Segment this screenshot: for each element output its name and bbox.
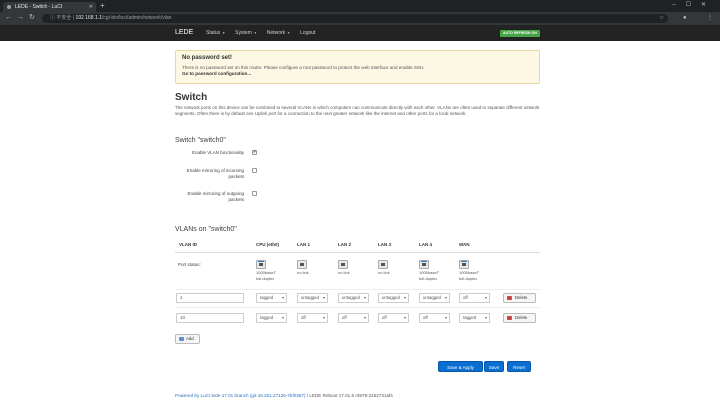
mirror-outgoing-checkbox[interactable]: [252, 191, 257, 196]
vlan-id-input[interactable]: 1: [176, 293, 244, 303]
vlans-section-title: VLANs on "switch0": [175, 226, 237, 233]
vlan10-delete-button[interactable]: Delete: [503, 313, 536, 323]
new-tab-button[interactable]: +: [100, 1, 105, 11]
save-apply-button[interactable]: Save & Apply: [438, 361, 483, 372]
port-status-label: Port status:: [178, 262, 201, 267]
add-vlan-button[interactable]: Add: [175, 334, 200, 344]
mirror-incoming-label: Enable mirroring of incoming packets: [186, 168, 244, 179]
vlan1-cpu-select[interactable]: tagged: [256, 293, 287, 303]
luci-header: LEDE Status ▼ System ▼ Network ▼ Logout AUT…: [0, 25, 720, 41]
port-lan1: no link: [297, 260, 327, 275]
back-icon[interactable]: ←: [5, 13, 12, 23]
main-menu: Status ▼ System ▼ Network ▼ Logout: [206, 25, 315, 41]
browser-menu-icon[interactable]: ⋮: [707, 14, 713, 23]
port-no-link-icon: [338, 260, 348, 269]
col-lan1: LAN 1: [297, 242, 311, 247]
port-link-up-icon: [459, 260, 469, 269]
vlan10-cpu-select[interactable]: tagged: [256, 313, 287, 323]
url-path: /cgi-bin/luci/admin/network/vlan: [101, 15, 172, 21]
row-divider: [175, 289, 540, 290]
luci-link[interactable]: Powered by LuCI lede-17.01 branch (git-1…: [175, 393, 306, 398]
forward-icon[interactable]: →: [17, 13, 24, 23]
chevron-down-icon: ▼: [253, 31, 257, 35]
port-lan2: no link: [338, 260, 368, 275]
chevron-down-icon: ▼: [222, 31, 226, 35]
col-lan2: LAN 2: [338, 242, 352, 247]
brand-logo[interactable]: LEDE: [175, 25, 193, 41]
vlan1-wan-select[interactable]: off: [459, 293, 490, 303]
browser-tab[interactable]: LEDE - Switch - LuCI ✕: [3, 2, 96, 12]
chevron-down-icon: ▼: [287, 31, 291, 35]
delete-icon: [507, 296, 512, 300]
port-cpu: 1000baseT full-duplex: [256, 260, 286, 281]
browser-toolbar: ← → ↻ ⓘ 不安全 | 192.168.1.1/cgi-bin/luci/a…: [0, 12, 720, 25]
url-host: 192.168.1.1: [75, 15, 102, 21]
add-icon: [179, 337, 184, 341]
menu-network[interactable]: Network ▼: [267, 25, 290, 41]
release-info: / LEDE Reboot 17.01.6 r3979-2252731af4: [305, 393, 393, 398]
vlan1-lan1-select[interactable]: untagged: [297, 293, 328, 303]
col-vlan-id: VLAN ID: [179, 242, 197, 247]
no-password-alert: No password set! There is no password se…: [175, 50, 540, 84]
favicon-icon: [7, 5, 11, 9]
vlan1-delete-button[interactable]: Delete: [503, 293, 536, 303]
vlan10-lan2-select[interactable]: off: [338, 313, 369, 323]
menu-status[interactable]: Status ▼: [206, 25, 225, 41]
port-lan4: 1000baseT full-duplex: [419, 260, 449, 281]
vlan1-lan2-select[interactable]: untagged: [338, 293, 369, 303]
col-wan: WAN: [459, 242, 470, 247]
profile-icon[interactable]: ●: [683, 14, 687, 23]
table-header-divider: [175, 252, 540, 253]
vlan-id-input[interactable]: 10: [176, 313, 244, 323]
mirror-incoming-checkbox[interactable]: [252, 168, 257, 173]
reload-icon[interactable]: ↻: [29, 13, 35, 23]
port-link-up-icon: [256, 260, 266, 269]
address-bar[interactable]: ⓘ 不安全 | 192.168.1.1/cgi-bin/luci/admin/n…: [42, 14, 668, 23]
port-no-link-icon: [378, 260, 388, 269]
vlan10-lan3-select[interactable]: off: [378, 313, 409, 323]
password-config-link[interactable]: Go to password configuration...: [182, 71, 533, 77]
page-description: The network ports on this device can be …: [175, 105, 540, 116]
footer: Powered by LuCI lede-17.01 branch (git-1…: [175, 393, 393, 398]
delete-icon: [507, 316, 512, 320]
switch-section-title: Switch "switch0": [175, 137, 226, 144]
port-wan: 1000baseT full-duplex: [459, 260, 489, 281]
reset-button[interactable]: Reset: [507, 361, 531, 372]
menu-system[interactable]: System ▼: [235, 25, 257, 41]
window-controls[interactable]: –☐✕: [672, 1, 716, 8]
row-divider: [175, 307, 540, 308]
col-cpu: CPU (eth0): [256, 242, 280, 247]
vlan1-lan3-select[interactable]: untagged: [378, 293, 409, 303]
vlan-functionality-label: Enable VLAN functionality: [191, 150, 244, 155]
port-link-up-icon: [419, 260, 429, 269]
alert-title: No password set!: [182, 55, 233, 61]
port-lan3: no link: [378, 260, 408, 275]
col-lan3: LAN 3: [378, 242, 392, 247]
menu-logout[interactable]: Logout: [300, 25, 315, 41]
vlan10-lan1-select[interactable]: off: [297, 313, 328, 323]
page-title: Switch: [175, 92, 208, 103]
mirror-outgoing-label: Enable mirroring of outgoing packets: [187, 191, 244, 202]
browser-tabbar: LEDE - Switch - LuCI ✕ + –☐✕: [0, 0, 720, 12]
tab-title: LEDE - Switch - LuCI: [15, 4, 63, 10]
vlan10-wan-select[interactable]: tagged: [459, 313, 490, 323]
port-no-link-icon: [297, 260, 307, 269]
vlan10-lan4-select[interactable]: off: [419, 313, 450, 323]
save-button[interactable]: Save: [484, 361, 504, 372]
vlan-functionality-checkbox[interactable]: [252, 149, 257, 155]
vlan1-lan4-select[interactable]: untagged: [419, 293, 450, 303]
auto-refresh-toggle[interactable]: AUTO REFRESH ON: [500, 30, 540, 37]
insecure-label: 不安全: [56, 15, 72, 21]
tab-close-icon[interactable]: ✕: [89, 2, 93, 12]
col-lan4: LAN 4: [419, 242, 433, 247]
bookmark-star-icon[interactable]: ☆: [660, 14, 664, 23]
